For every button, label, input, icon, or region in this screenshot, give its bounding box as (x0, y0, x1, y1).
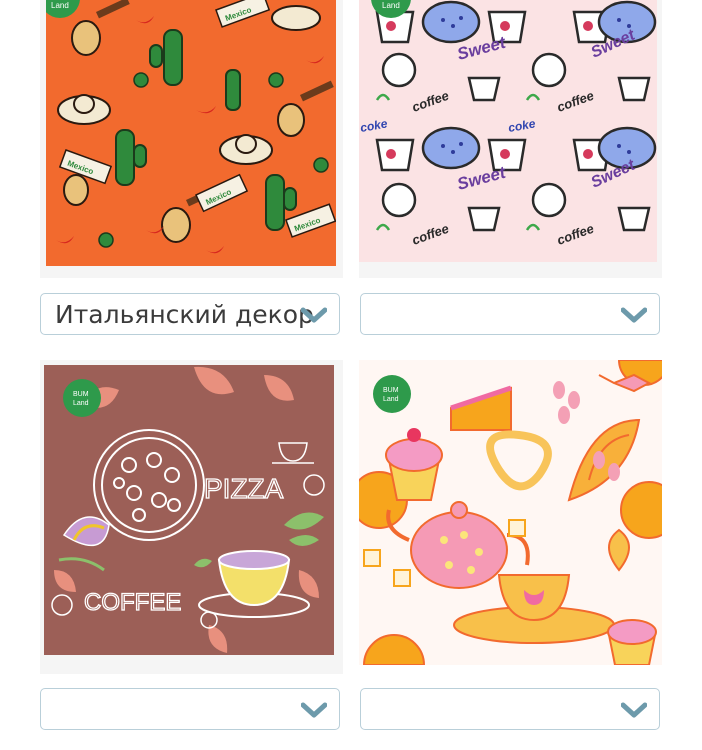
badge-text: Land (51, 1, 69, 10)
chevron-down-icon (301, 702, 327, 718)
pizza-coffee-pattern-image: PIZZA COFFEE BUM Land (44, 365, 334, 655)
sweet-coffee-pattern-image: Sweet Sweet coffee coffee coke coke Swee… (359, 0, 657, 262)
chevron-down-icon (301, 307, 327, 323)
pattern-select-1[interactable]: Итальянский декора (40, 293, 340, 335)
chevron-down-icon (621, 307, 647, 323)
pattern-card-tea-sweets[interactable]: BUM Land (359, 360, 662, 665)
brand-badge: BUM Land (63, 379, 101, 417)
badge-text: BUM (383, 387, 399, 394)
pattern-card-pizza-coffee[interactable]: PIZZA COFFEE BUM Land (40, 360, 343, 674)
badge-text: Land (382, 1, 400, 10)
pattern-card-sweet-coffee[interactable]: Sweet Sweet coffee coffee coke coke Swee… (359, 0, 662, 278)
motif-word: COFFEE (84, 589, 181, 616)
select-value (55, 689, 315, 729)
mexico-pattern-image: Mexico Mexico Mexico Mexico Land (46, 0, 336, 266)
select-value (375, 689, 635, 729)
motif-word: PIZZA (204, 473, 284, 504)
tea-sweets-pattern-image: BUM Land (359, 360, 662, 665)
brand-badge: BUM Land (373, 375, 411, 413)
pattern-select-3[interactable] (40, 688, 340, 730)
pattern-select-2[interactable] (360, 293, 660, 335)
chevron-down-icon (621, 702, 647, 718)
cupcake-icon (607, 619, 657, 665)
select-value (375, 294, 635, 334)
badge-text: Land (73, 400, 89, 407)
badge-text: Land (383, 396, 399, 403)
pattern-select-4[interactable] (360, 688, 660, 730)
badge-text: BUM (73, 391, 89, 398)
pattern-card-mexico[interactable]: Mexico Mexico Mexico Mexico Land (40, 0, 343, 278)
select-value: Итальянский декора (55, 300, 315, 329)
